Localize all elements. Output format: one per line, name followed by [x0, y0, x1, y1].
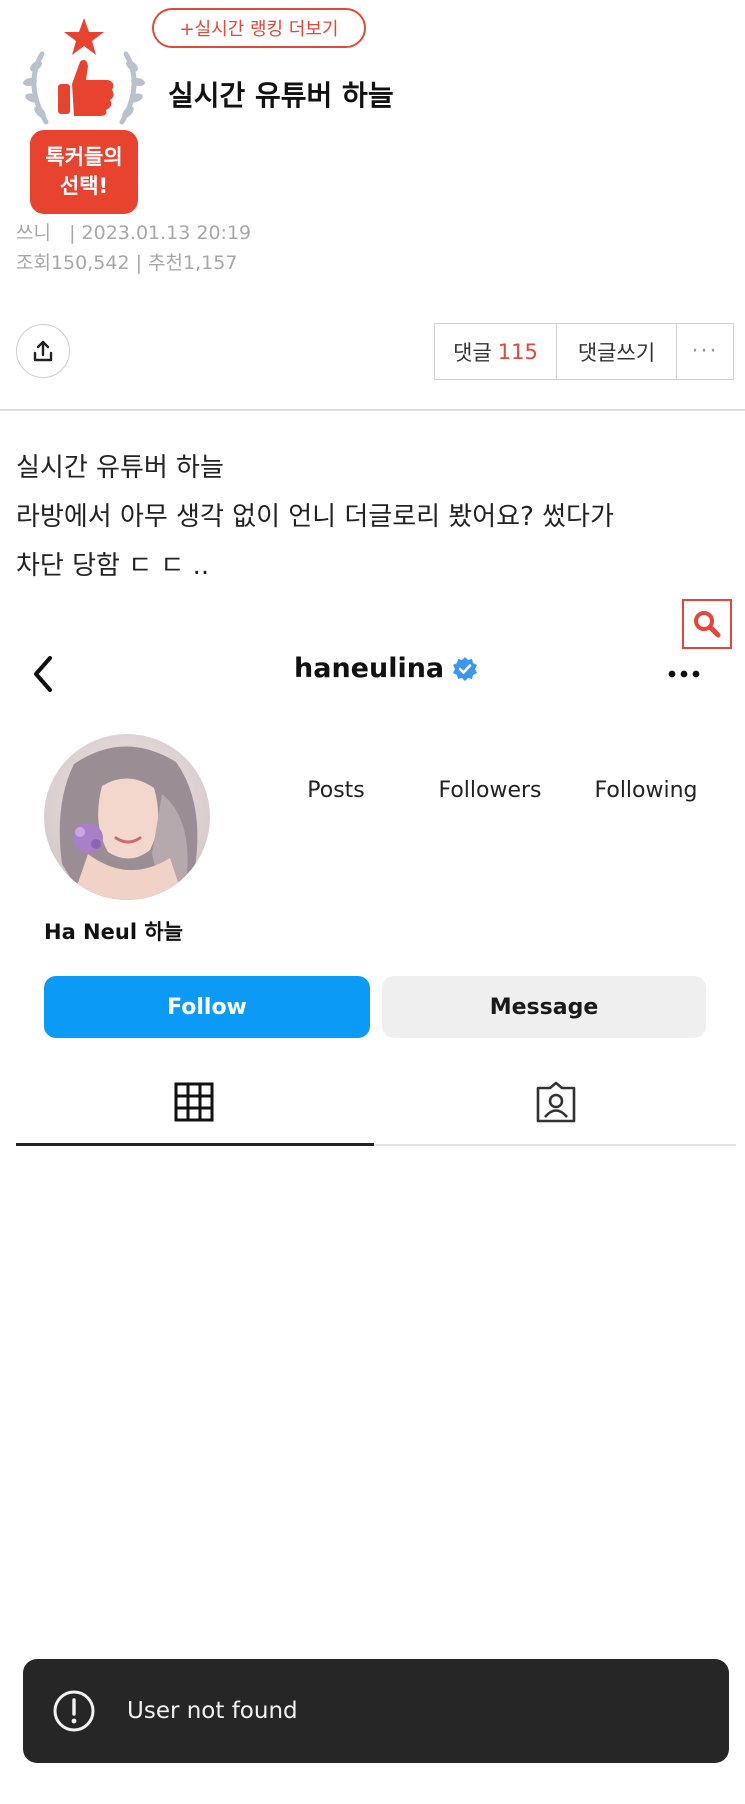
article-header: +실시간 랭킹 더보기 톡커들의 선택! 실시간 유튜버 하늘 쓰니 | 202…	[0, 0, 745, 411]
badge-line-2: 선택!	[59, 174, 109, 198]
tagged-person-icon[interactable]	[534, 1080, 578, 1124]
comments-label: 댓글	[453, 340, 492, 365]
profile-display-name: Ha Neul 하늘	[44, 920, 183, 944]
message-button[interactable]: Message	[382, 976, 706, 1038]
active-tab-indicator	[16, 1143, 374, 1146]
post-title: 실시간 유튜버 하늘	[168, 79, 394, 112]
talkers-choice-badge: 톡커들의 선택!	[14, 14, 154, 214]
post-datetime: 2023.01.13 20:19	[81, 222, 252, 244]
user-not-found-toast: User not found	[23, 1659, 729, 1763]
post-line: 차단 당함 ㄷ ㄷ ..	[16, 551, 210, 581]
follow-button[interactable]: Follow	[44, 976, 370, 1038]
username-text: haneulina	[294, 653, 445, 684]
verified-badge-icon	[453, 656, 478, 681]
badge-label: 톡커들의 선택!	[30, 130, 138, 214]
more-dots-icon[interactable]	[666, 664, 702, 684]
recommend-count: 1,157	[183, 252, 238, 274]
realtime-ranking-link[interactable]: +실시간 랭킹 더보기	[152, 8, 366, 48]
alert-circle-icon	[53, 1690, 95, 1732]
post-line: 실시간 유튜버 하늘	[16, 453, 224, 483]
post-body: 실시간 유튜버 하늘 라방에서 아무 생각 없이 언니 더글로리 봤어요? 썼다…	[16, 444, 716, 591]
more-options-button[interactable]: ···	[677, 324, 733, 379]
comments-button[interactable]: 댓글 115	[435, 324, 557, 379]
toast-message: User not found	[127, 1698, 298, 1724]
recommend-label: 추천	[148, 252, 184, 274]
back-arrow-icon[interactable]	[28, 652, 60, 696]
post-line: 라방에서 아무 생각 없이 언니 더글로리 봤어요? 썼다가	[16, 502, 614, 532]
post-author-date: 쓰니 | 2023.01.13 20:19	[16, 222, 252, 244]
grid-icon[interactable]	[172, 1080, 216, 1124]
share-button[interactable]	[16, 324, 70, 378]
comments-count: 115	[497, 339, 538, 364]
following-stat[interactable]: Following	[586, 778, 706, 803]
posts-stat[interactable]: Posts	[296, 778, 376, 803]
write-comment-button[interactable]: 댓글쓰기	[557, 324, 677, 379]
avatar-photo	[44, 734, 210, 900]
views-label: 조회	[16, 252, 51, 274]
comment-actions: 댓글 115 댓글쓰기 ···	[434, 323, 734, 380]
profile-avatar[interactable]	[44, 734, 210, 900]
post-stats: 조회150,542 | 추천1,157	[16, 252, 238, 274]
views-count: 150,542	[50, 252, 130, 274]
instagram-profile-screenshot: haneulina Posts Followers Following Ha N…	[0, 640, 745, 1804]
laurel-thumbs-up-icon	[23, 18, 145, 125]
author-name[interactable]: 쓰니	[16, 222, 51, 244]
followers-stat[interactable]: Followers	[430, 778, 550, 803]
share-icon	[33, 340, 53, 362]
badge-line-1: 톡커들의	[45, 145, 123, 169]
magnifier-icon	[694, 611, 721, 638]
header-divider	[0, 409, 745, 411]
profile-username: haneulina	[294, 653, 478, 684]
